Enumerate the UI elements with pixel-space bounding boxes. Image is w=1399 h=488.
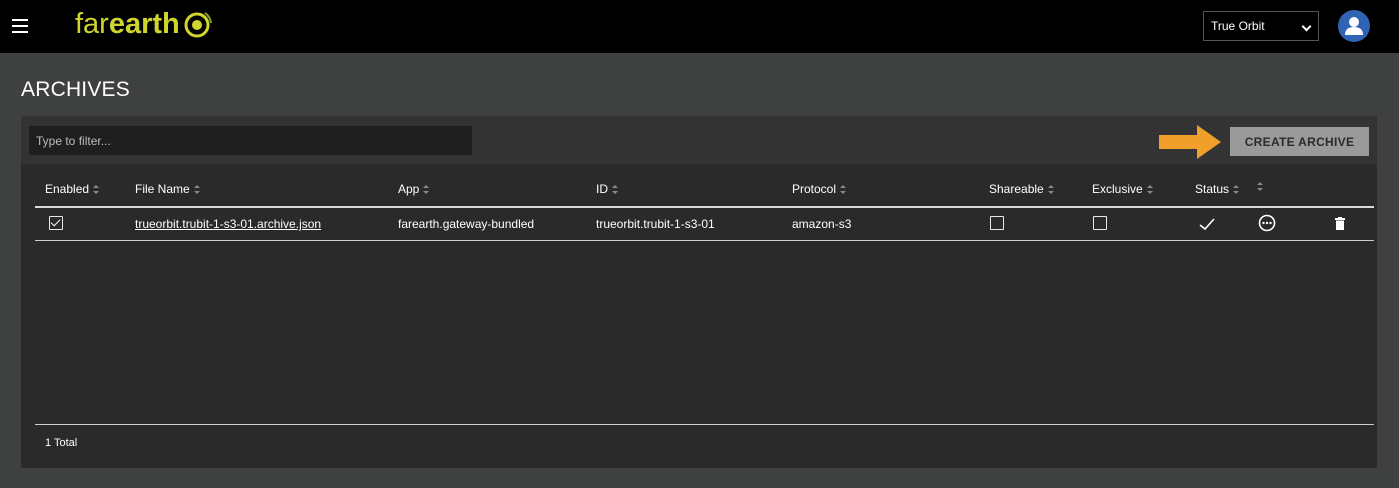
column-header-protocol[interactable]: Protocol bbox=[792, 182, 847, 196]
archives-panel: CREATE ARCHIVE Enabled File Name App ID … bbox=[21, 116, 1377, 468]
column-header-file-name[interactable]: File Name bbox=[135, 182, 200, 196]
table-header: Enabled File Name App ID Protocol Sharea… bbox=[35, 182, 1374, 207]
logo-orbit-icon bbox=[184, 12, 212, 38]
filter-input[interactable] bbox=[29, 126, 472, 155]
user-icon bbox=[1345, 17, 1363, 35]
sort-icon bbox=[193, 184, 200, 194]
column-header-enabled[interactable]: Enabled bbox=[45, 182, 100, 196]
create-archive-button[interactable]: CREATE ARCHIVE bbox=[1230, 127, 1369, 156]
file-name-link[interactable]: trueorbit.trubit-1-s3-01.archive.json bbox=[135, 217, 321, 231]
row-divider bbox=[35, 240, 1374, 241]
sort-icon bbox=[840, 184, 847, 194]
protocol-cell: amazon-s3 bbox=[792, 217, 852, 231]
total-count: 1 Total bbox=[45, 437, 78, 449]
shareable-checkbox[interactable] bbox=[990, 216, 1004, 230]
id-cell: trueorbit.trubit-1-s3-01 bbox=[596, 217, 715, 231]
sort-icon bbox=[612, 184, 618, 194]
enabled-checkbox[interactable] bbox=[49, 216, 63, 230]
user-avatar[interactable] bbox=[1338, 10, 1370, 42]
sort-icon bbox=[1146, 184, 1153, 194]
panel-toolbar: CREATE ARCHIVE bbox=[21, 116, 1377, 164]
column-header-app[interactable]: App bbox=[398, 182, 430, 196]
column-header-exclusive[interactable]: Exclusive bbox=[1092, 182, 1153, 196]
exclusive-checkbox[interactable] bbox=[1093, 216, 1107, 230]
sort-icon bbox=[423, 184, 430, 194]
more-options-icon[interactable] bbox=[1258, 214, 1276, 232]
app-cell: farearth.gateway-bundled bbox=[398, 217, 535, 231]
footer-divider bbox=[35, 424, 1374, 425]
chevron-down-icon bbox=[1301, 21, 1312, 32]
sort-icon bbox=[93, 184, 100, 194]
sort-icon bbox=[1257, 182, 1263, 191]
column-header-shareable[interactable]: Shareable bbox=[989, 182, 1054, 196]
sort-icon bbox=[1233, 184, 1240, 194]
sort-icon bbox=[1047, 184, 1054, 194]
page-title: ARCHIVES bbox=[21, 78, 130, 101]
column-header-actions[interactable] bbox=[1253, 182, 1263, 191]
column-header-status[interactable]: Status bbox=[1195, 182, 1240, 196]
checkmark-icon bbox=[1199, 218, 1215, 231]
organization-select[interactable]: True Orbit bbox=[1203, 11, 1319, 41]
farearth-logo[interactable]: far earth bbox=[75, 6, 213, 42]
table-row: trueorbit.trubit-1-s3-01.archive.json fa… bbox=[35, 208, 1374, 240]
arrow-right-icon bbox=[1159, 125, 1221, 159]
hamburger-menu-icon[interactable] bbox=[12, 19, 28, 33]
top-bar: far earth True Orbit bbox=[0, 0, 1399, 53]
column-header-id[interactable]: ID bbox=[596, 182, 618, 196]
trash-icon[interactable] bbox=[1335, 217, 1345, 230]
